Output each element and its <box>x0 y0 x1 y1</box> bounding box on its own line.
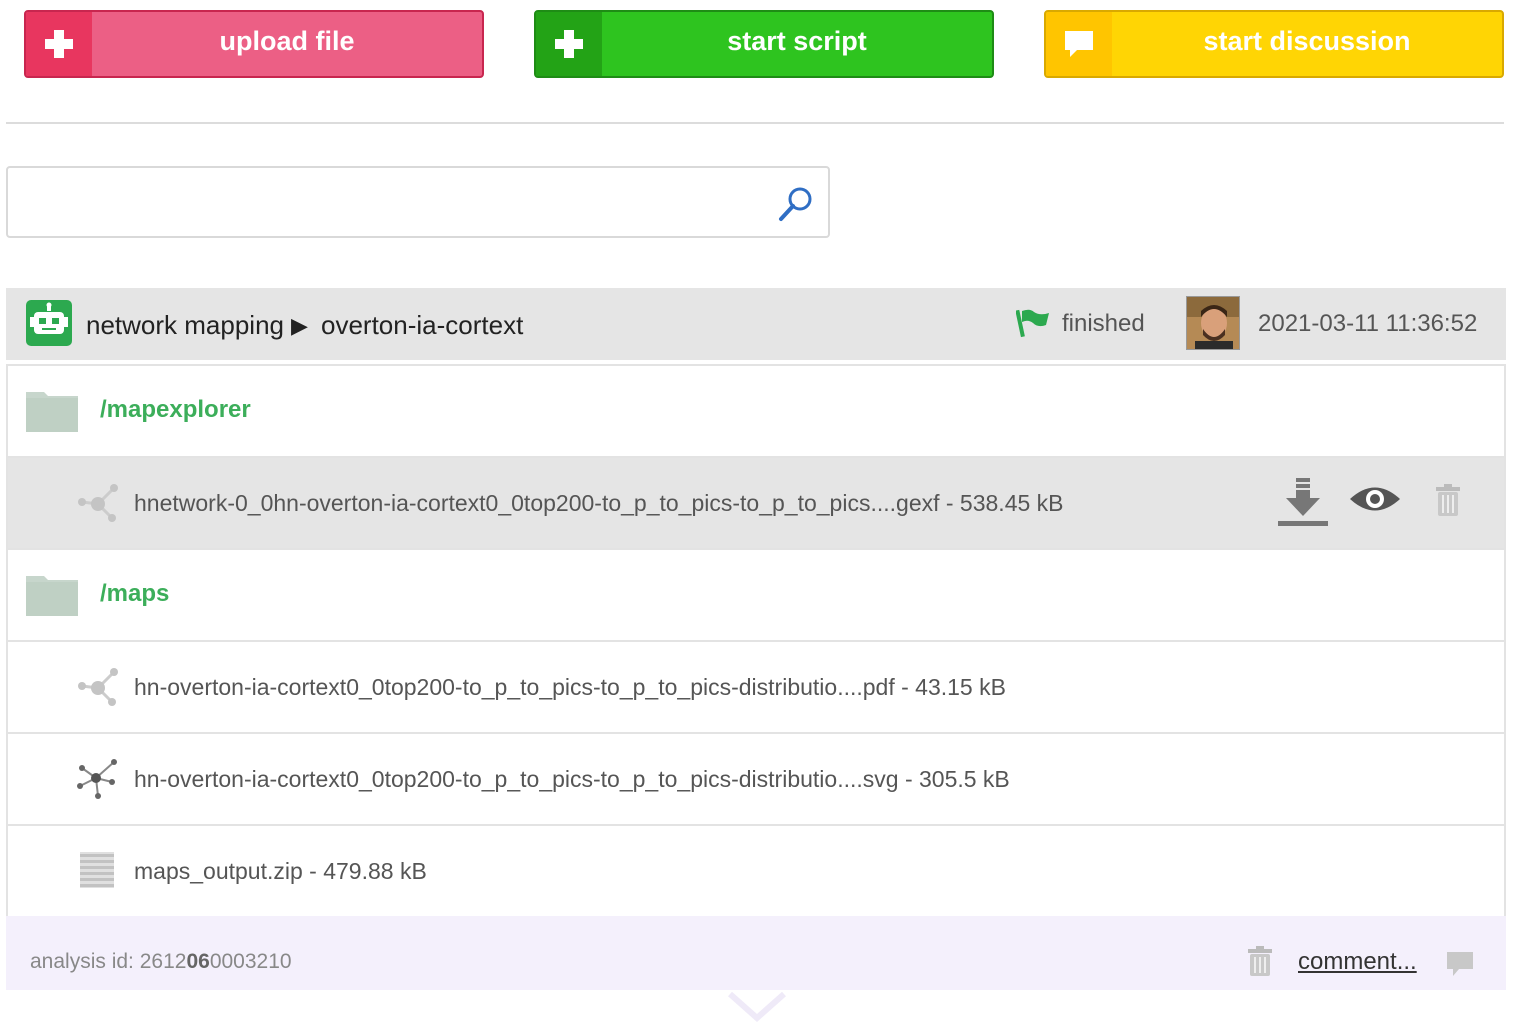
robot-icon <box>26 300 72 346</box>
file-name[interactable]: hn-overton-ia-cortext0_0top200-to_p_to_p… <box>134 674 1006 701</box>
search-icon[interactable] <box>776 184 816 224</box>
trash-icon[interactable] <box>1248 946 1272 976</box>
comment-link[interactable]: comment... <box>1298 948 1417 976</box>
comment-icon[interactable] <box>1446 950 1474 978</box>
breadcrumb-separator: ▶ <box>291 313 308 338</box>
analysis-timestamp: 2021-03-11 11:36:52 <box>1258 310 1478 337</box>
upload-file-label: upload file <box>219 25 355 56</box>
eye-icon[interactable] <box>1348 484 1402 514</box>
breadcrumb-tool[interactable]: network mapping <box>86 310 284 341</box>
toolbar-divider <box>6 122 1504 124</box>
speech-bubble-icon <box>1046 12 1112 76</box>
status-text: finished <box>1062 310 1145 337</box>
file-name[interactable]: maps_output.zip - 479.88 kB <box>134 858 427 885</box>
folder-row: /mapexplorer <box>8 366 1504 458</box>
file-name[interactable]: hnetwork-0_0hn-overton-ia-cortext0_0top2… <box>134 490 1064 517</box>
network-graph-icon <box>78 668 118 706</box>
analysis-id-prefix: 2612 <box>139 950 187 973</box>
analysis-header: network mapping ▶ overton-ia-cortext fin… <box>6 288 1506 360</box>
folder-icon <box>26 576 78 616</box>
start-script-label: start script <box>727 25 867 56</box>
file-row[interactable]: maps_output.zip - 479.88 kB <box>8 826 1504 918</box>
start-discussion-button[interactable]: start discussion <box>1044 10 1504 78</box>
search-input[interactable] <box>18 178 758 226</box>
folder-row: /maps <box>8 550 1504 642</box>
analysis-footer: analysis id: 2612060003210 comment... <box>6 916 1506 990</box>
trash-icon[interactable] <box>1436 484 1460 516</box>
file-list: /mapexplorer hnetwork-0_0hn-overton-ia-c… <box>6 364 1506 916</box>
network-cluster-icon <box>77 759 117 799</box>
file-row[interactable]: hn-overton-ia-cortext0_0top200-to_p_to_p… <box>8 734 1504 826</box>
start-discussion-label: start discussion <box>1203 25 1411 56</box>
chevron-down-icon[interactable] <box>728 992 786 1022</box>
folder-name[interactable]: /maps <box>100 580 169 608</box>
file-name[interactable]: hn-overton-ia-cortext0_0top200-to_p_to_p… <box>134 766 1010 793</box>
analysis-id-label: analysis id: <box>30 950 134 973</box>
start-script-button[interactable]: start script <box>534 10 994 78</box>
avatar[interactable] <box>1186 296 1240 350</box>
analysis-id-bold: 06 <box>186 950 210 973</box>
folder-name[interactable]: /mapexplorer <box>100 396 251 424</box>
upload-file-button[interactable]: upload file <box>24 10 484 78</box>
folder-icon <box>26 392 78 432</box>
file-row[interactable]: hnetwork-0_0hn-overton-ia-cortext0_0top2… <box>8 458 1504 550</box>
download-icon[interactable] <box>1278 478 1328 526</box>
analysis-id: analysis id: 2612060003210 <box>30 950 292 974</box>
breadcrumb-analysis-name[interactable]: overton-ia-cortext <box>321 310 523 341</box>
plus-icon <box>26 12 92 76</box>
file-row[interactable]: hn-overton-ia-cortext0_0top200-to_p_to_p… <box>8 642 1504 734</box>
network-graph-icon <box>78 484 118 522</box>
plus-icon <box>536 12 602 76</box>
search-box <box>6 166 830 238</box>
archive-icon <box>80 852 114 888</box>
analysis-id-suffix: 0003210 <box>209 950 292 973</box>
flag-icon <box>1016 309 1049 338</box>
